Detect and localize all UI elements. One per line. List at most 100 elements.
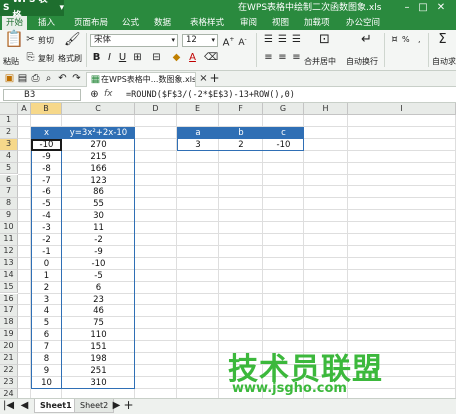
menu-office-space[interactable]: 办公空间 <box>342 16 384 30</box>
menu-home[interactable]: 开始 <box>2 16 28 30</box>
row-header-15[interactable]: 15 <box>0 281 18 294</box>
table-cell[interactable]: 7 <box>31 341 62 353</box>
row-header-17[interactable]: 17 <box>0 305 18 318</box>
column-header-e[interactable]: E <box>177 103 219 115</box>
sheet-tab-1[interactable]: Sheet1 <box>34 399 78 413</box>
align-top-icon[interactable]: ☰ <box>262 34 275 46</box>
table-cell[interactable]: 4 <box>31 305 62 317</box>
row-header-7[interactable]: 7 <box>0 186 18 199</box>
abc-table-value-c[interactable]: -10 <box>263 139 304 151</box>
table-cell[interactable]: 0 <box>31 258 62 270</box>
column-header-d[interactable]: D <box>135 103 177 115</box>
formula-input[interactable]: =ROUND($F$3/(-2*$E$3)-13+ROW(),0) <box>126 89 295 101</box>
row-header-5[interactable]: 5 <box>0 162 18 175</box>
column-header-b[interactable]: B <box>31 103 62 115</box>
align-left-icon[interactable]: ≡ <box>262 52 275 64</box>
row-header-10[interactable]: 10 <box>0 222 18 234</box>
row-header-1[interactable]: 1 <box>0 115 18 127</box>
table-cell[interactable]: 23 <box>62 294 135 306</box>
table-cell[interactable]: 5 <box>31 317 62 329</box>
table-cell[interactable]: 75 <box>62 317 135 329</box>
table-cell[interactable]: 9 <box>31 365 62 377</box>
row-header-12[interactable]: 12 <box>0 245 18 258</box>
abc-table-value-b[interactable]: 2 <box>219 139 263 151</box>
table-cell[interactable]: 3 <box>31 294 62 306</box>
column-header-c[interactable]: C <box>62 103 135 115</box>
row-header-19[interactable]: 19 <box>0 329 18 342</box>
table-cell[interactable]: 251 <box>62 365 135 377</box>
minimize-icon[interactable]: – <box>400 0 414 16</box>
table-cell[interactable]: -5 <box>31 198 62 210</box>
table-cell[interactable]: 123 <box>62 175 135 187</box>
abc-table-header-c[interactable]: c <box>263 127 304 139</box>
menu-insert[interactable]: 插入 <box>34 16 59 30</box>
row-header-11[interactable]: 11 <box>0 234 18 246</box>
xy-table-header-x[interactable]: x <box>31 127 62 139</box>
align-right-icon[interactable]: ≡ <box>290 52 303 64</box>
font-name-select[interactable]: 宋体 ▾ <box>90 34 178 47</box>
row-header-3[interactable]: 3 <box>0 138 18 151</box>
wrap-text-icon[interactable]: ↵ <box>360 33 373 46</box>
align-middle-icon[interactable]: ☰ <box>276 34 289 46</box>
decrease-font-icon[interactable]: A- <box>236 34 249 49</box>
row-header-21[interactable]: 21 <box>0 353 18 365</box>
format-painter-button[interactable]: 格式刷 <box>58 53 82 64</box>
table-cell[interactable]: -2 <box>62 234 135 246</box>
row-header-23[interactable]: 23 <box>0 376 18 389</box>
wps-app-menu-button[interactable]: S WPS 表格 ▾ <box>0 0 64 21</box>
abc-table-header-a[interactable]: a <box>177 127 219 139</box>
table-cell[interactable]: 310 <box>62 377 135 389</box>
currency-icon[interactable]: ¤ <box>388 34 401 46</box>
table-cell[interactable]: -1 <box>31 246 62 258</box>
maximize-icon[interactable]: □ <box>416 0 430 16</box>
bold-icon[interactable]: B <box>90 52 103 64</box>
add-sheet-icon[interactable]: + <box>122 399 135 411</box>
align-bottom-icon[interactable]: ☰ <box>290 34 303 46</box>
paste-button-label[interactable]: 粘贴 <box>3 56 19 67</box>
print-preview-icon[interactable]: ⌕ <box>42 73 55 85</box>
menu-data[interactable]: 数据 <box>150 16 175 30</box>
align-center-icon[interactable]: ≡ <box>276 52 289 64</box>
abc-table-value-a[interactable]: 3 <box>177 139 219 151</box>
format-painter-icon[interactable]: 🖌 <box>64 33 81 46</box>
save-icon[interactable]: ▤ <box>16 73 29 85</box>
row-header-8[interactable]: 8 <box>0 198 18 211</box>
copy-icon[interactable]: ⎘ <box>24 52 37 64</box>
name-box[interactable]: B3 <box>3 89 81 101</box>
table-cell[interactable]: 215 <box>62 151 135 163</box>
table-cell[interactable]: 110 <box>62 329 135 341</box>
table-cell[interactable]: -10 <box>31 139 62 151</box>
column-header-f[interactable]: F <box>219 103 263 115</box>
column-header-g[interactable]: G <box>263 103 304 115</box>
paste-icon[interactable]: 📋 <box>4 31 24 51</box>
table-cell[interactable]: 10 <box>31 377 62 389</box>
menu-review[interactable]: 审阅 <box>236 16 261 30</box>
document-tab[interactable]: ▦ 在WPS表格中...数图象.xls <box>86 72 196 87</box>
increase-font-icon[interactable]: A+ <box>222 34 235 49</box>
row-header-14[interactable]: 14 <box>0 269 18 282</box>
column-header-a[interactable]: A <box>18 103 31 115</box>
table-cell[interactable]: 6 <box>62 282 135 294</box>
underline-icon[interactable]: U <box>116 52 129 64</box>
menu-page-layout[interactable]: 页面布局 <box>70 16 112 30</box>
zoom-icon[interactable]: ⊕ <box>88 89 101 101</box>
comma-button[interactable]: , <box>418 35 421 44</box>
autosum-button[interactable]: 自动求 <box>432 56 456 67</box>
abc-table-header-b[interactable]: b <box>219 127 263 139</box>
menu-formulas[interactable]: 公式 <box>118 16 143 30</box>
select-all-corner[interactable] <box>0 103 18 115</box>
clear-format-icon[interactable]: ⌫ <box>204 52 218 64</box>
table-cell[interactable]: 166 <box>62 163 135 175</box>
table-cell[interactable]: 1 <box>31 270 62 282</box>
row-header-6[interactable]: 6 <box>0 174 18 187</box>
table-cell[interactable]: -5 <box>62 270 135 282</box>
print-icon[interactable]: ⎙ <box>29 73 42 85</box>
new-tab-icon[interactable]: + <box>208 72 221 84</box>
cell-style-icon[interactable]: ⊟ <box>150 52 163 64</box>
table-cell[interactable]: -6 <box>31 186 62 198</box>
table-cell[interactable]: 8 <box>31 353 62 365</box>
row-header-16[interactable]: 16 <box>0 293 18 306</box>
table-cell[interactable]: -3 <box>31 222 62 234</box>
table-cell[interactable]: 151 <box>62 341 135 353</box>
table-cell[interactable]: 86 <box>62 186 135 198</box>
